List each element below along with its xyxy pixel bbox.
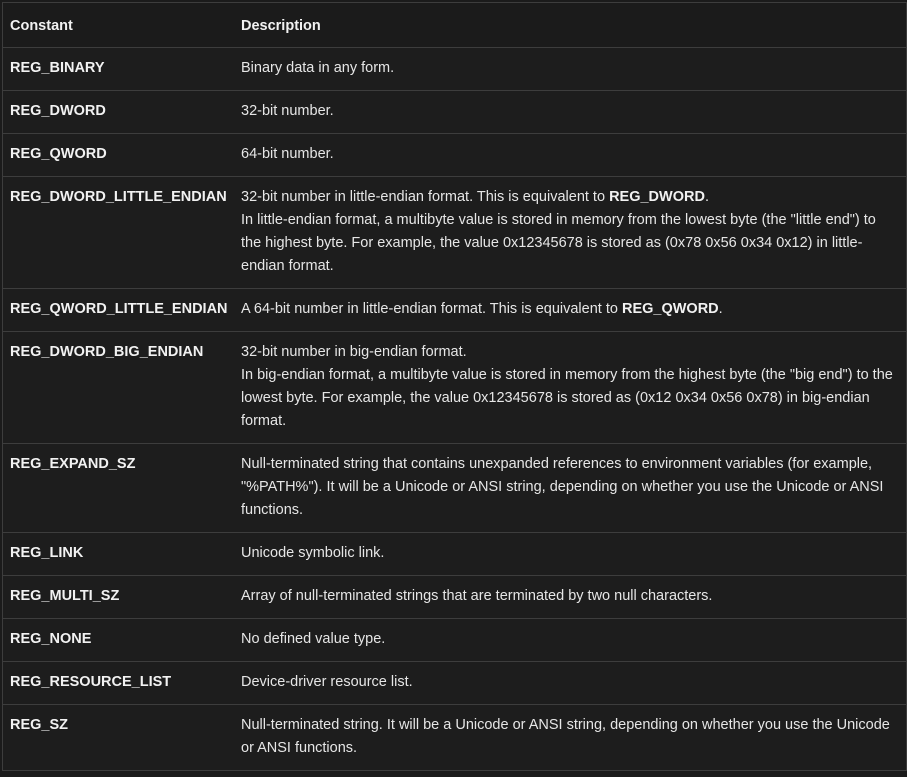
description-text-end: . <box>704 189 709 205</box>
description-cell: Null-terminated string. It will be a Uni… <box>234 704 906 771</box>
constant-cell: REG_DWORD_LITTLE_ENDIAN <box>3 176 234 289</box>
constant-cell: REG_BINARY <box>3 47 234 91</box>
constant-cell: REG_DWORD <box>3 90 234 134</box>
registry-value-types-table: Constant Description REG_BINARY Binary d… <box>3 3 906 771</box>
description-cell: Device-driver resource list. <box>234 661 906 705</box>
table-row: REG_RESOURCE_LIST Device-driver resource… <box>3 661 906 705</box>
description-cell: 32-bit number in big-endian format. In b… <box>234 331 906 444</box>
table-header-row: Constant Description <box>3 3 906 48</box>
description-cell: Null-terminated string that contains une… <box>234 443 906 533</box>
description-detail: In little-endian format, a multibyte val… <box>241 212 876 274</box>
table-row: REG_QWORD_LITTLE_ENDIAN A 64-bit number … <box>3 288 906 332</box>
table-row: REG_LINK Unicode symbolic link. <box>3 532 906 576</box>
constant-cell: REG_SZ <box>3 704 234 771</box>
constant-cell: REG_EXPAND_SZ <box>3 443 234 533</box>
table-row: REG_DWORD 32-bit number. <box>3 90 906 134</box>
description-cell: Binary data in any form. <box>234 47 906 91</box>
table-row: REG_DWORD_BIG_ENDIAN 32-bit number in bi… <box>3 331 906 444</box>
description-cell: Array of null-terminated strings that ar… <box>234 575 906 619</box>
description-text: 32-bit number in little-endian format. T… <box>241 189 610 205</box>
description-constant-ref: REG_DWORD <box>609 189 705 205</box>
constant-cell: REG_QWORD <box>3 133 234 177</box>
registry-value-types-table-container: Constant Description REG_BINARY Binary d… <box>2 2 907 771</box>
description-cell: No defined value type. <box>234 618 906 662</box>
constant-cell: REG_QWORD_LITTLE_ENDIAN <box>3 288 234 332</box>
description-cell: 32-bit number in little-endian format. T… <box>234 176 906 289</box>
description-detail: In big-endian format, a multibyte value … <box>241 367 893 429</box>
description-text: A 64-bit number in little-endian format.… <box>241 301 622 317</box>
column-header-constant: Constant <box>3 3 234 48</box>
table-row: REG_NONE No defined value type. <box>3 618 906 662</box>
constant-cell: REG_RESOURCE_LIST <box>3 661 234 705</box>
description-line: 32-bit number in big-endian format. <box>241 344 467 360</box>
constant-cell: REG_MULTI_SZ <box>3 575 234 619</box>
table-row: REG_EXPAND_SZ Null-terminated string tha… <box>3 443 906 533</box>
description-line: 32-bit number in little-endian format. T… <box>241 186 898 209</box>
table-row: REG_MULTI_SZ Array of null-terminated st… <box>3 575 906 619</box>
description-cell: Unicode symbolic link. <box>234 532 906 576</box>
table-row: REG_QWORD 64-bit number. <box>3 133 906 177</box>
column-header-description: Description <box>234 3 906 48</box>
description-cell: 64-bit number. <box>234 133 906 177</box>
description-cell: A 64-bit number in little-endian format.… <box>234 288 906 332</box>
constant-cell: REG_DWORD_BIG_ENDIAN <box>3 331 234 444</box>
constant-cell: REG_NONE <box>3 618 234 662</box>
table-row: REG_BINARY Binary data in any form. <box>3 47 906 91</box>
description-cell: 32-bit number. <box>234 90 906 134</box>
constant-cell: REG_LINK <box>3 532 234 576</box>
table-row: REG_DWORD_LITTLE_ENDIAN 32-bit number in… <box>3 176 906 289</box>
description-text-end: . <box>718 301 723 317</box>
table-row: REG_SZ Null-terminated string. It will b… <box>3 704 906 771</box>
description-constant-ref: REG_QWORD <box>621 301 719 317</box>
